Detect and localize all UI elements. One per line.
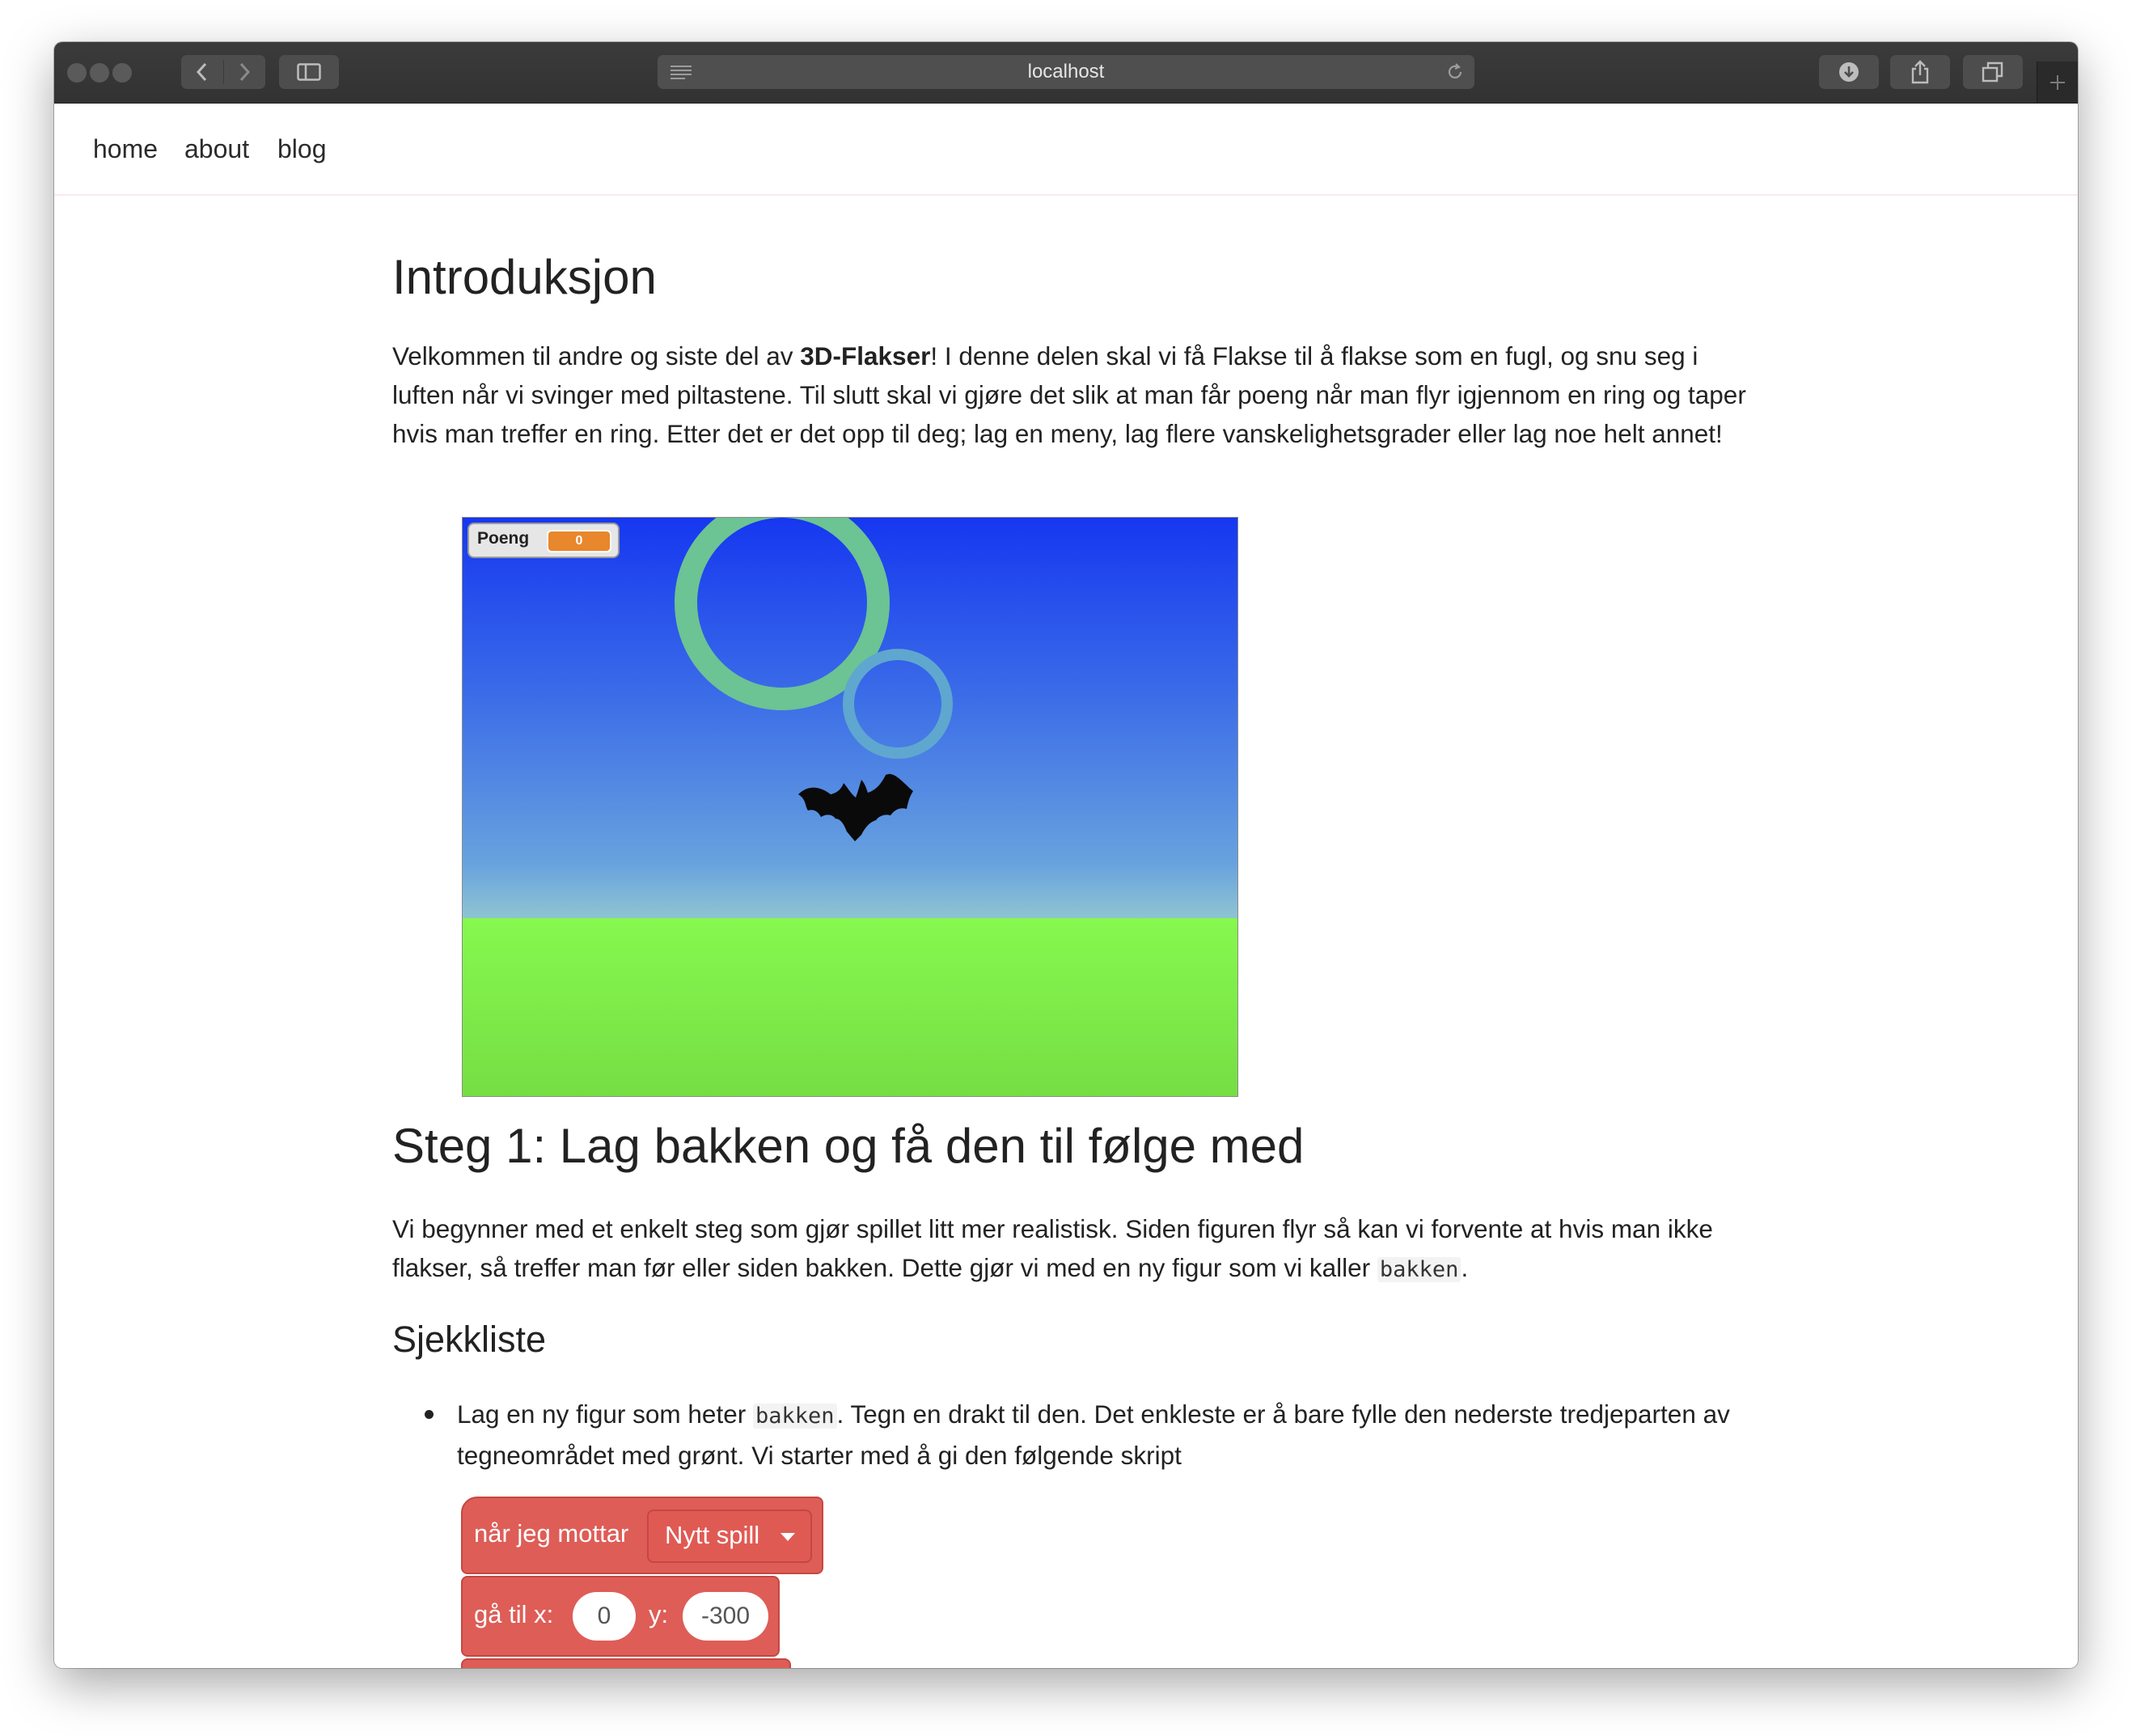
x-input[interactable]: 0: [573, 1592, 636, 1641]
goto-xy-block[interactable]: gå til x: 0 y: -300: [461, 1576, 780, 1657]
dropdown-value: Nytt spill: [665, 1521, 760, 1549]
game-name: 3D-Flakser: [800, 341, 931, 370]
list-item: Lag en ny figur som heter bakken. Tegn e…: [425, 1395, 1800, 1475]
score-label: Poeng: [477, 529, 530, 548]
address-bar[interactable]: localhost: [658, 55, 1474, 89]
share-button[interactable]: [1890, 55, 1950, 89]
site-navbar: home about blog: [54, 104, 2078, 196]
close-window-icon[interactable]: [67, 63, 87, 83]
intro-heading: Introduksjon: [392, 250, 657, 304]
chevron-left-icon: [196, 62, 207, 82]
goto-label: gå til x:: [474, 1600, 554, 1628]
downloads-button[interactable]: [1819, 55, 1879, 89]
share-icon: [1911, 60, 1929, 84]
y-label: y:: [649, 1600, 669, 1628]
url-text: localhost: [1027, 61, 1105, 83]
hat-block-label: når jeg mottar: [474, 1519, 629, 1548]
plus-icon: [2050, 75, 2065, 90]
back-button[interactable]: [181, 55, 223, 89]
step1-heading: Steg 1: Lag bakken og få den til følge m…: [392, 1119, 1305, 1173]
message-dropdown[interactable]: Nytt spill: [647, 1509, 812, 1563]
tabs-icon: [1982, 61, 2003, 83]
intro-paragraph: Velkommen til andre og siste del av 3D-F…: [392, 341, 1746, 448]
bullet: [425, 1410, 434, 1419]
step1-paragraph: Vi begynner med et enkelt steg som gjør …: [392, 1214, 1713, 1282]
checklist-heading: Sjekkliste: [392, 1319, 547, 1360]
sidebar-icon: [297, 63, 321, 81]
nav-link-about[interactable]: about: [184, 134, 249, 164]
next-block[interactable]: [461, 1658, 791, 1668]
reload-icon[interactable]: [1445, 62, 1465, 82]
tabs-overview-button[interactable]: [1963, 55, 2023, 89]
ring-small: [843, 649, 953, 759]
score-monitor: Poeng 0: [467, 523, 620, 558]
chevron-right-icon: [239, 62, 251, 82]
hat-block-when-receive[interactable]: når jeg mottar Nytt spill: [461, 1497, 823, 1574]
caret-down-icon: [780, 1533, 795, 1541]
nav-link-home[interactable]: home: [93, 134, 158, 164]
nav-link-blog[interactable]: blog: [277, 134, 327, 164]
history-nav: [181, 55, 265, 89]
browser-toolbar: localhost: [54, 42, 2078, 104]
game-screenshot: Poeng 0: [462, 517, 1238, 1097]
score-value: 0: [547, 530, 611, 553]
bat-icon: [798, 773, 913, 841]
inline-code: bakken: [1377, 1257, 1462, 1282]
sidebar-button[interactable]: [279, 55, 339, 89]
grass-ground: [463, 918, 1237, 1096]
zoom-window-icon[interactable]: [112, 63, 132, 83]
new-tab-button[interactable]: [2037, 61, 2078, 103]
y-input[interactable]: -300: [683, 1592, 768, 1641]
download-icon: [1839, 62, 1859, 82]
forward-button[interactable]: [223, 55, 265, 89]
inline-code: bakken: [752, 1404, 837, 1429]
browser-window: localhost home about blog Introduksjon V…: [54, 42, 2078, 1668]
minimize-window-icon[interactable]: [90, 63, 109, 83]
